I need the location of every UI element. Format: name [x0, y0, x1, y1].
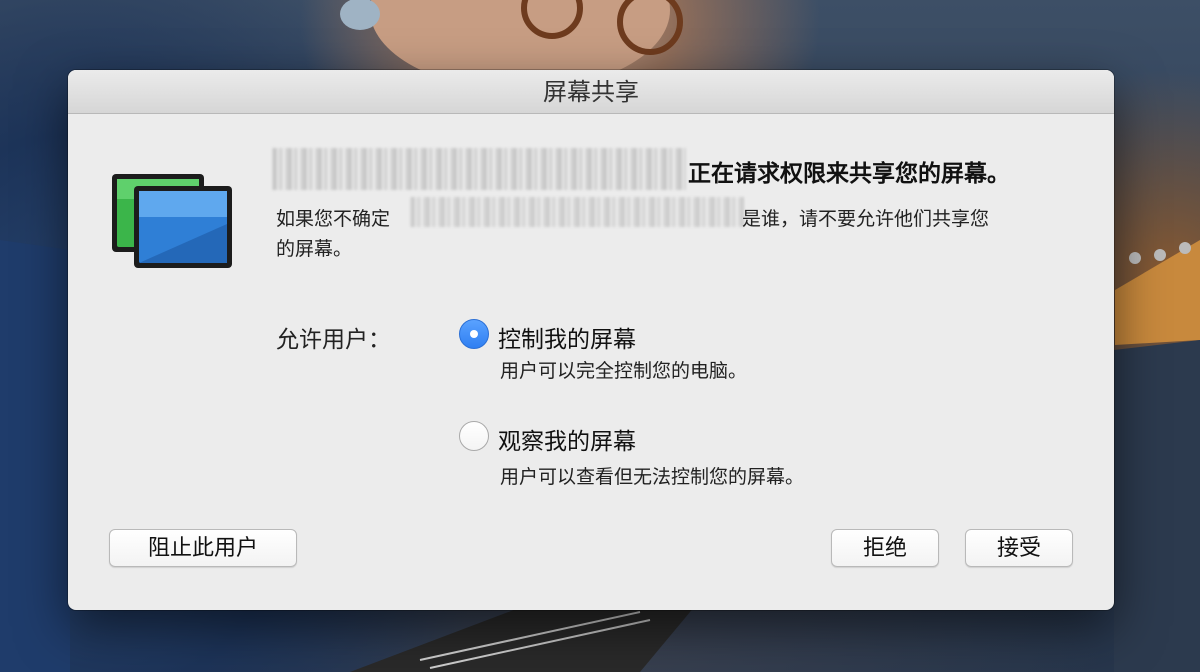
accept-button[interactable]: 接受 — [965, 529, 1073, 567]
dialog-title: 屏幕共享 — [68, 70, 1114, 114]
warning-text-suffix: 是谁，请不要允许他们共享您 — [742, 208, 990, 230]
allow-user-label: 允许用户： — [276, 327, 391, 353]
screen-sharing-dialog: 屏幕共享 正在请求权限来共享您的屏幕。 如果您不确定 是谁，请不要允许他们共享您… — [68, 70, 1114, 610]
observe-screen-description: 用户可以查看但无法控制您的屏幕。 — [500, 466, 805, 488]
screen-sharing-icon — [110, 164, 234, 270]
reject-button[interactable]: 拒绝 — [831, 529, 939, 567]
observe-screen-option-label[interactable]: 观察我的屏幕 — [498, 422, 636, 456]
control-screen-option-label[interactable]: 控制我的屏幕 — [498, 320, 636, 354]
warning-text-continued: 的屏幕。 — [276, 238, 353, 260]
control-screen-description: 用户可以完全控制您的电脑。 — [500, 360, 748, 382]
block-user-button[interactable]: 阻止此用户 — [109, 529, 297, 567]
requester-name-redacted-inline — [410, 197, 744, 227]
request-headline: 正在请求权限来共享您的屏幕。 — [688, 161, 1010, 187]
requester-name-redacted — [272, 148, 686, 190]
warning-text-prefix: 如果您不确定 — [276, 208, 391, 230]
observe-screen-radio[interactable] — [459, 421, 489, 451]
control-screen-radio[interactable] — [459, 319, 489, 349]
